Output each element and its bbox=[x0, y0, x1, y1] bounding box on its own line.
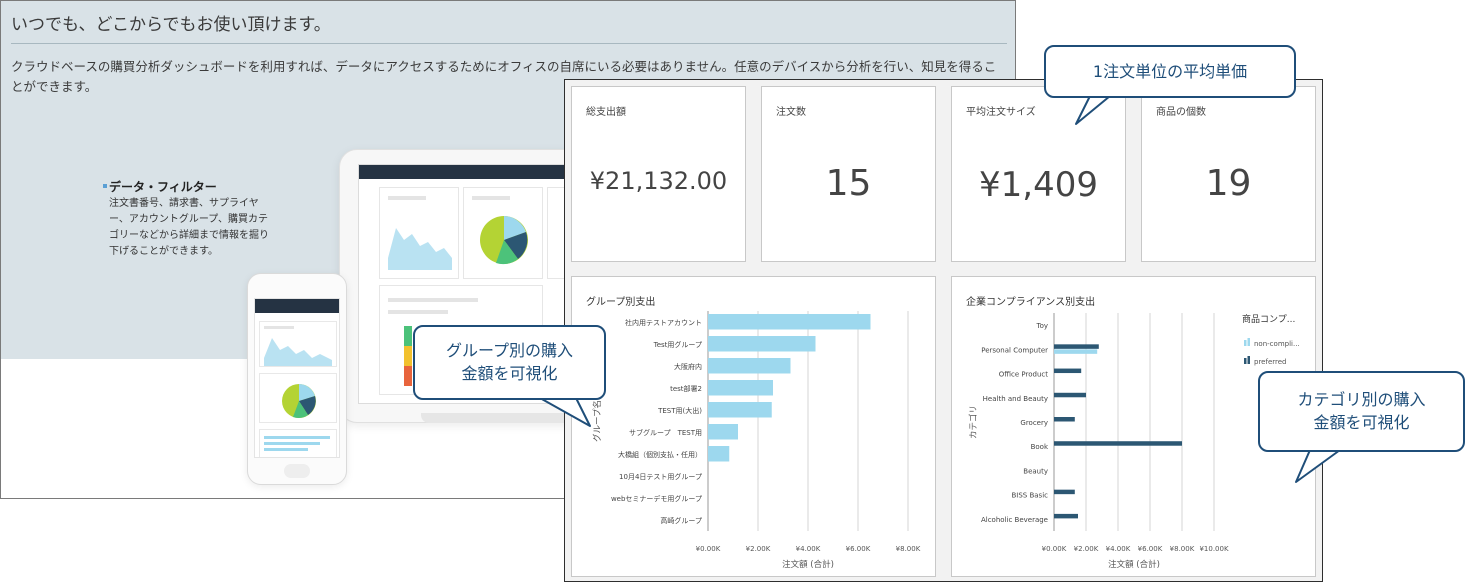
callout-average-price: 1注文単位の平均単価 bbox=[1044, 45, 1296, 98]
callout-text: 金額を可視化 bbox=[1313, 413, 1410, 432]
callout-pointer-group bbox=[539, 397, 591, 427]
callout-text: グループ別の購入 bbox=[445, 341, 574, 360]
callout-pointer-category bbox=[1295, 449, 1341, 483]
callout-text: 1注文単位の平均単価 bbox=[1092, 62, 1248, 81]
callout-group-spend: グループ別の購入 金額を可視化 bbox=[413, 325, 606, 400]
callout-category-spend: カテゴリ別の購入 金額を可視化 bbox=[1258, 371, 1465, 452]
callout-text: カテゴリ別の購入 bbox=[1297, 390, 1426, 409]
callout-pointer-avg-price bbox=[1075, 95, 1111, 125]
callout-text: 金額を可視化 bbox=[461, 364, 558, 383]
